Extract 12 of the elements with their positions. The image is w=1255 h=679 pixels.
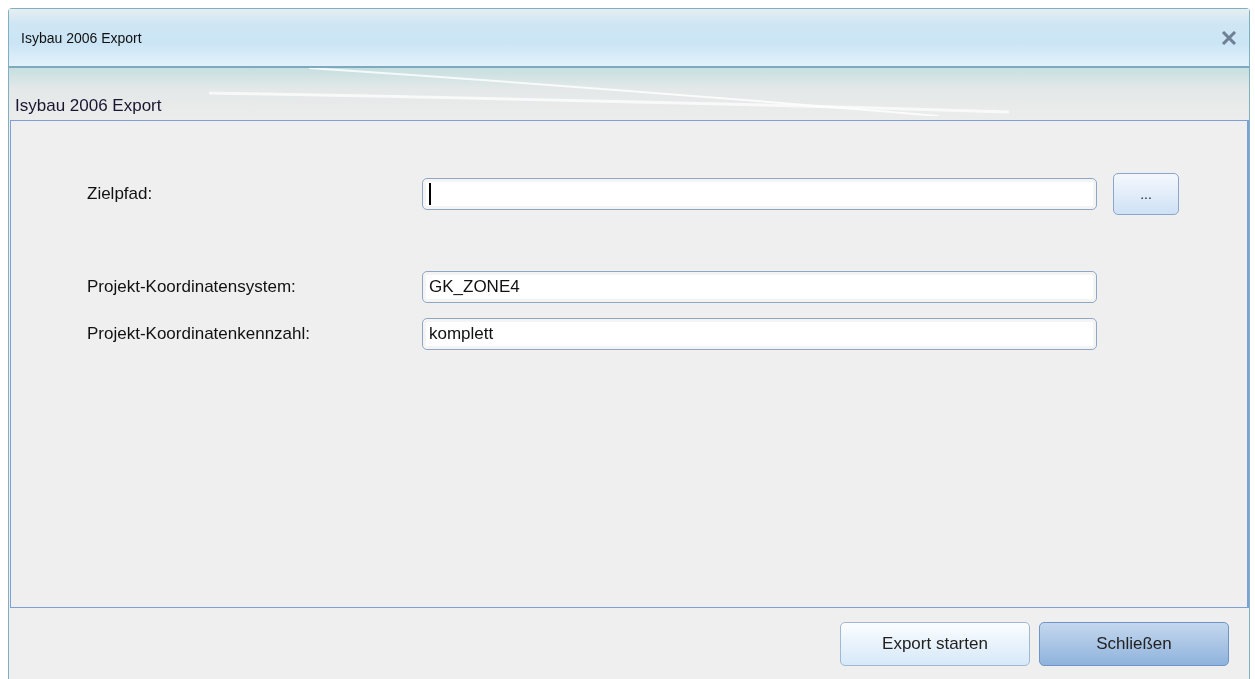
text-field[interactable]: GK_ZONE4 — [422, 271, 1097, 303]
field-label: Projekt-Koordinatenkennzahl: — [87, 324, 312, 344]
field-label: Zielpfad: — [87, 184, 154, 204]
text-field[interactable] — [422, 178, 1097, 210]
field-label: Projekt-Koordinatensystem: — [87, 277, 297, 297]
close-button[interactable]: Schließen — [1039, 621, 1229, 666]
close-icon[interactable] — [1221, 30, 1237, 45]
export-button[interactable]: Export starten — [840, 621, 1030, 666]
window-title: Isybau 2006 Export — [21, 29, 142, 46]
header-title: Isybau 2006 Export — [15, 96, 162, 116]
browse-button[interactable]: ... — [1113, 173, 1179, 215]
text-field[interactable]: komplett — [422, 318, 1097, 350]
